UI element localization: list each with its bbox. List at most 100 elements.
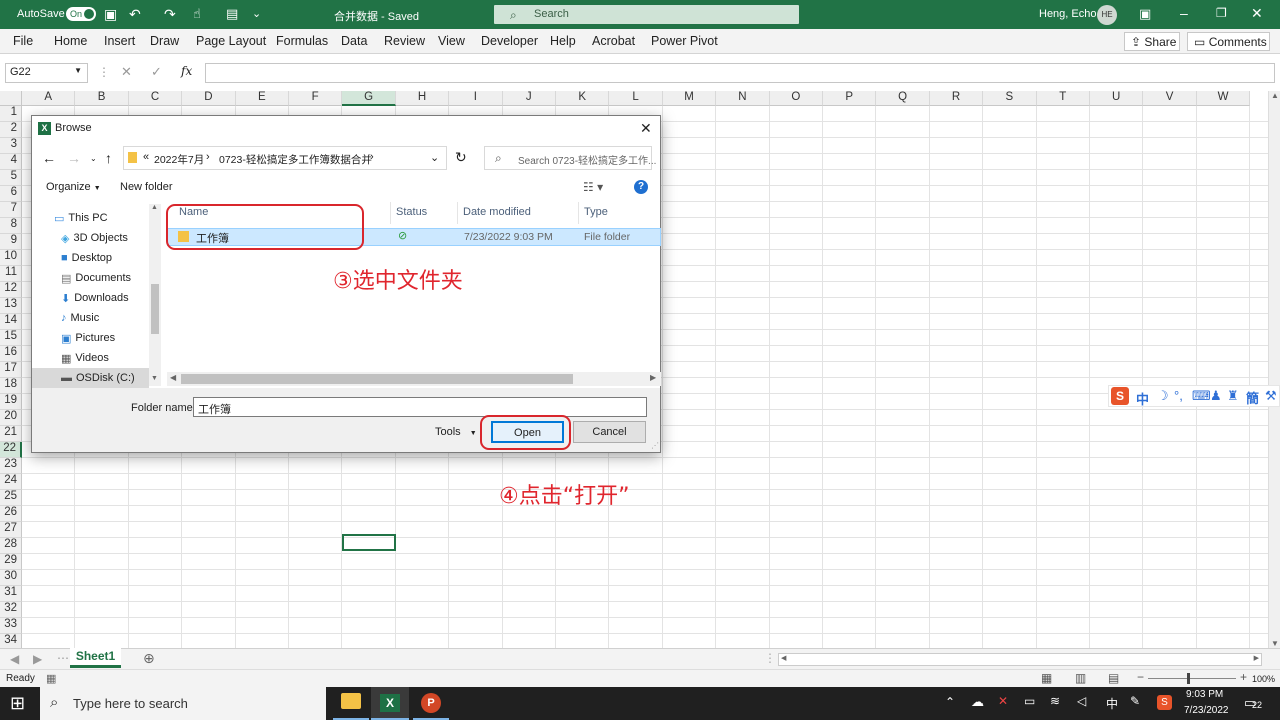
column-divider[interactable] xyxy=(390,202,391,224)
column-header[interactable]: K xyxy=(556,91,610,106)
row-header[interactable]: 26 xyxy=(0,506,22,522)
tools-button[interactable]: Tools ▼ xyxy=(435,426,477,438)
scroll-left-icon[interactable]: ◀ xyxy=(170,373,176,382)
show-hidden-icons[interactable]: ⌃ xyxy=(945,695,955,709)
tab-home[interactable]: Home xyxy=(54,34,87,48)
address-dropdown-icon[interactable]: ⌄ xyxy=(430,151,439,164)
organize-button[interactable]: Organize ▼ xyxy=(46,181,101,193)
tab-help[interactable]: Help xyxy=(550,34,576,48)
row-header[interactable]: 17 xyxy=(0,362,22,378)
row-header[interactable]: 10 xyxy=(0,250,22,266)
row-header[interactable]: 8 xyxy=(0,218,22,234)
antivirus-icon[interactable]: ✕ xyxy=(998,694,1008,708)
search-box[interactable]: ⌕ Search xyxy=(494,5,799,24)
folder-name-input[interactable]: 工作簿 xyxy=(193,397,647,417)
column-header[interactable]: V xyxy=(1143,91,1197,106)
column-header[interactable]: F xyxy=(289,91,343,106)
nav-this-pc[interactable]: ▭ This PC xyxy=(54,208,108,228)
confirm-entry-icon[interactable]: ✓ xyxy=(151,64,162,80)
row-header[interactable]: 4 xyxy=(0,154,22,170)
skin-icon[interactable]: ♜ xyxy=(1227,388,1239,404)
wifi-icon[interactable]: ≋ xyxy=(1050,694,1060,708)
forward-icon[interactable]: → xyxy=(67,150,81,166)
nav-music[interactable]: ♪ Music xyxy=(61,308,99,328)
row-header[interactable]: 13 xyxy=(0,298,22,314)
scroll-right-icon[interactable]: ▶ xyxy=(1254,654,1259,662)
tab-page-layout[interactable]: Page Layout xyxy=(196,34,266,48)
save-icon[interactable]: ▣ xyxy=(104,6,117,23)
page-layout-view-icon[interactable]: ▥ xyxy=(1075,671,1086,685)
restore-icon[interactable]: ❐ xyxy=(1216,6,1227,20)
column-header[interactable]: T xyxy=(1036,91,1090,106)
document-title[interactable]: 合并数据 - Saved xyxy=(334,8,419,24)
ime-mode[interactable]: 中 xyxy=(1136,389,1149,408)
notification-center[interactable]: ▭ 22 xyxy=(1244,695,1266,713)
zoom-slider-thumb[interactable] xyxy=(1187,673,1190,684)
battery-icon[interactable]: ▭ xyxy=(1024,694,1035,708)
row-header[interactable]: 30 xyxy=(0,570,22,586)
name-box[interactable]: G22 ▼ xyxy=(5,63,88,83)
active-cell[interactable] xyxy=(342,534,396,551)
column-header[interactable]: E xyxy=(235,91,289,106)
scroll-down-icon[interactable]: ▼ xyxy=(1271,639,1279,648)
column-header[interactable]: R xyxy=(929,91,984,106)
redo-icon[interactable]: ↷ xyxy=(164,6,176,23)
ime-language[interactable]: 中 xyxy=(1106,695,1118,712)
toolbox-icon[interactable]: ⚒ xyxy=(1265,388,1277,404)
row-header[interactable]: 2 xyxy=(0,122,22,138)
touch-mode-icon[interactable]: ☝ xyxy=(193,6,201,22)
row-header[interactable]: 31 xyxy=(0,586,22,602)
close-icon[interactable]: ✕ xyxy=(1251,5,1263,22)
address-bar[interactable]: « 2022年7月 › 0723-轻松搞定多工作簿数据合并 › ⌄ xyxy=(123,146,447,170)
row-header[interactable]: 14 xyxy=(0,314,22,330)
column-header[interactable]: S xyxy=(983,91,1037,106)
row-header[interactable]: 9 xyxy=(0,234,22,250)
simplified-icon[interactable]: 簡 xyxy=(1246,388,1259,407)
column-header[interactable]: O xyxy=(769,91,823,106)
punctuation-icon[interactable]: °, xyxy=(1174,388,1183,403)
row-header[interactable]: 5 xyxy=(0,170,22,186)
zoom-level[interactable]: 100% xyxy=(1252,674,1275,684)
powerpoint-app[interactable]: P xyxy=(413,687,449,720)
column-divider[interactable] xyxy=(578,202,579,224)
tab-review[interactable]: Review xyxy=(384,34,425,48)
row-header[interactable]: 18 xyxy=(0,378,22,394)
keyboard-icon[interactable]: ⌨ xyxy=(1192,388,1211,404)
sogou-tray-icon[interactable]: S xyxy=(1157,695,1172,710)
row-header[interactable]: 28 xyxy=(0,538,22,554)
row-header[interactable]: 20 xyxy=(0,410,22,426)
row-header[interactable]: 25 xyxy=(0,490,22,506)
page-break-view-icon[interactable]: ▤ xyxy=(1108,671,1119,685)
tab-data[interactable]: Data xyxy=(341,34,367,48)
next-sheet-icon[interactable]: ▶ xyxy=(33,652,42,666)
new-folder-button[interactable]: New folder xyxy=(120,181,173,193)
more-sheets-icon[interactable]: ⋯ xyxy=(57,651,69,665)
back-icon[interactable]: ← xyxy=(42,150,56,166)
nav-downloads[interactable]: ⬇ Downloads xyxy=(61,288,129,308)
tab-formulas[interactable]: Formulas xyxy=(276,34,328,48)
row-header[interactable]: 1 xyxy=(0,106,22,122)
row-header[interactable]: 32 xyxy=(0,602,22,618)
insert-function-icon[interactable]: fx xyxy=(181,64,192,78)
up-folder-icon[interactable]: ↑ xyxy=(105,150,112,166)
column-header[interactable]: H xyxy=(395,91,450,106)
column-header[interactable]: G xyxy=(342,91,396,106)
tab-view[interactable]: View xyxy=(438,34,465,48)
nav-3d-objects[interactable]: ◈ 3D Objects xyxy=(61,228,128,248)
breadcrumb-item[interactable]: 0723-轻松搞定多工作簿数据合并 xyxy=(219,152,372,167)
column-header[interactable]: J xyxy=(502,91,556,106)
clock-date[interactable]: 7/23/2022 xyxy=(1184,705,1229,716)
network-icon[interactable]: ☁ xyxy=(971,694,984,710)
row-header[interactable]: 21 xyxy=(0,426,22,442)
select-all-corner[interactable] xyxy=(0,91,22,106)
avatar[interactable]: HE xyxy=(1097,5,1117,25)
scroll-up-icon[interactable]: ▲ xyxy=(151,204,158,211)
refresh-icon[interactable]: ↻ xyxy=(455,149,467,166)
column-date-modified[interactable]: Date modified xyxy=(463,206,531,218)
column-header[interactable]: I xyxy=(449,91,503,106)
hscroll-more-icon[interactable]: ⋮ xyxy=(764,651,776,665)
nav-desktop[interactable]: ■ Desktop xyxy=(61,248,112,268)
row-header[interactable]: 12 xyxy=(0,282,22,298)
nav-osdisk[interactable]: ▬ OSDisk (C:) xyxy=(32,368,149,388)
cancel-entry-icon[interactable]: ✕ xyxy=(121,64,132,80)
